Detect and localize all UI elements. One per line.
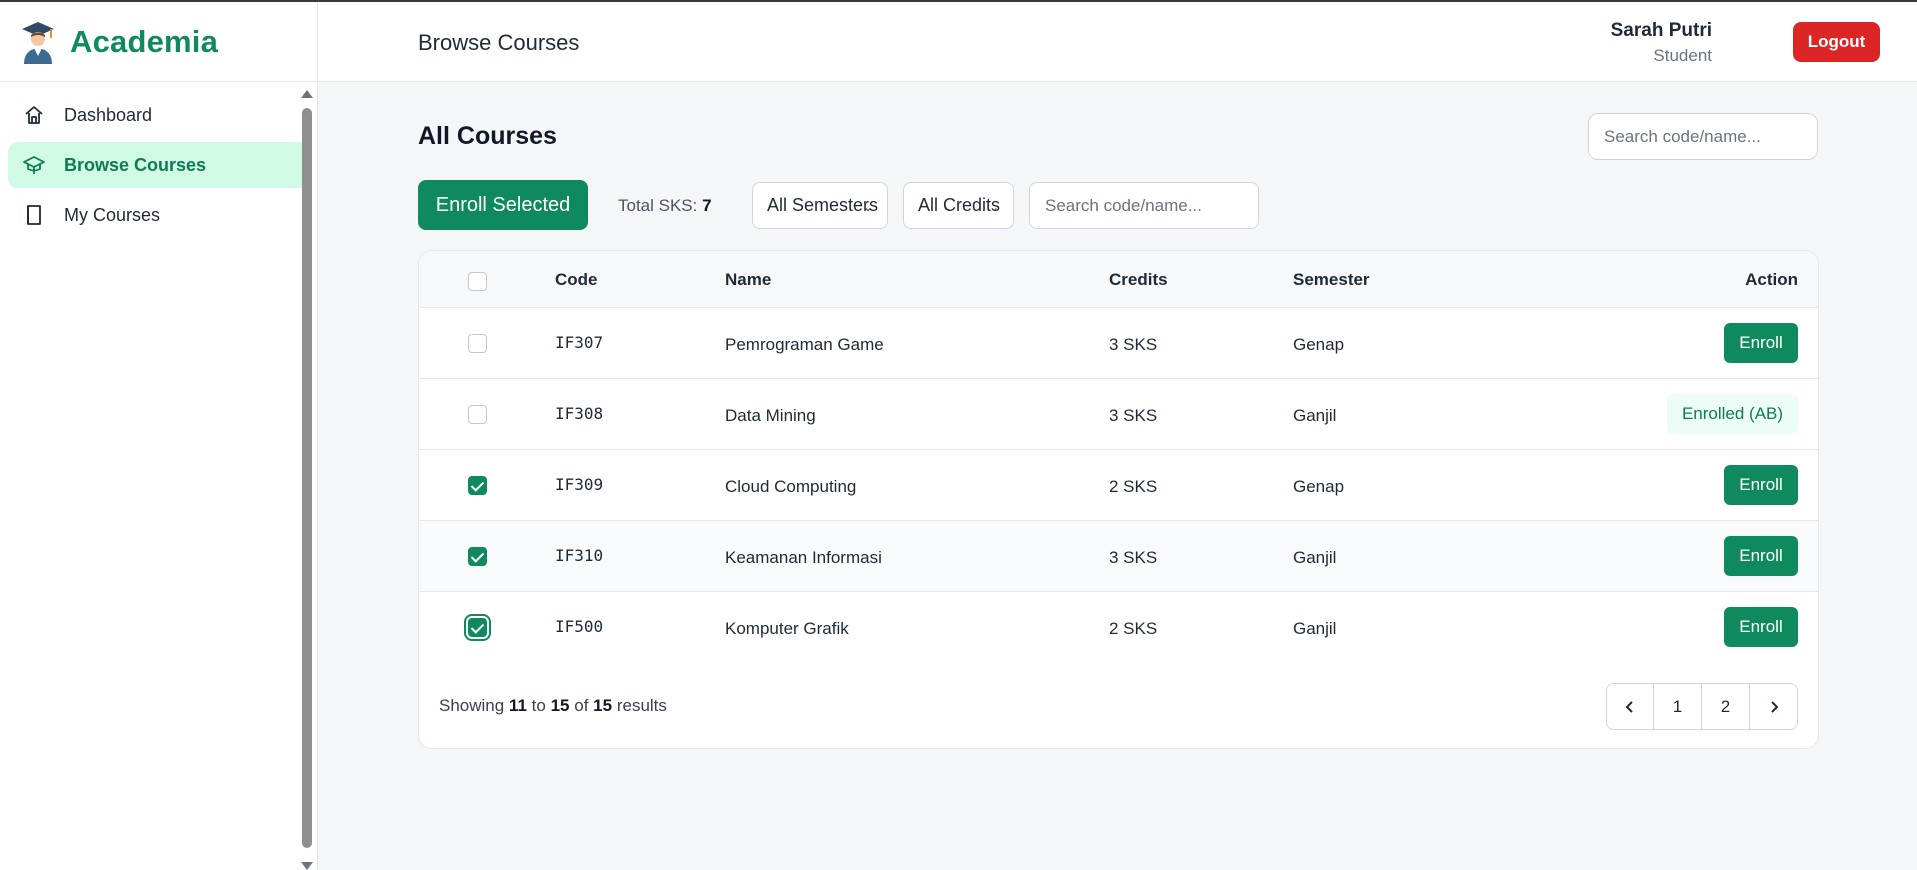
- enroll-button[interactable]: Enroll: [1724, 536, 1798, 576]
- credits-filter-value: All Credits: [918, 195, 1001, 215]
- enroll-selected-button[interactable]: Enroll Selected: [418, 180, 588, 230]
- courses-table-card: Code Name Credits Semester Action IF307 …: [418, 250, 1819, 749]
- total-sks-label: Total SKS:: [618, 196, 698, 215]
- sidebar-scrollbar[interactable]: [300, 88, 314, 870]
- total-sks: Total SKS: 7: [618, 196, 712, 216]
- results-total: 15: [593, 696, 613, 715]
- results-from: 11: [508, 696, 527, 715]
- row-checkbox[interactable]: [468, 334, 487, 353]
- logout-button[interactable]: Logout: [1793, 22, 1880, 62]
- sidebar-item-my-courses[interactable]: My Courses: [8, 192, 309, 238]
- course-code: IF308: [555, 404, 604, 423]
- course-name: Komputer Grafik: [725, 619, 849, 638]
- course-semester: Ganjil: [1293, 619, 1337, 638]
- table-row: IF500 Komputer Grafik 2 SKS Ganjil Enrol…: [419, 591, 1818, 662]
- brand[interactable]: Academia: [0, 2, 317, 82]
- showing-label: Showing: [439, 696, 505, 715]
- course-name: Pemrograman Game: [725, 335, 884, 354]
- scroll-down-arrow-icon[interactable]: [301, 862, 313, 870]
- course-credits: 2 SKS: [1109, 619, 1158, 638]
- home-icon: [25, 106, 43, 124]
- course-code: IF310: [555, 546, 604, 565]
- sidebar-item-label: Dashboard: [64, 104, 153, 125]
- user-role: Student: [1653, 46, 1712, 65]
- course-name: Cloud Computing: [725, 477, 857, 496]
- semester-filter-select[interactable]: All Semesters ⌄: [752, 182, 888, 229]
- chevron-left-icon: [1625, 700, 1633, 713]
- enroll-button[interactable]: Enroll: [1724, 465, 1798, 505]
- total-sks-value: 7: [702, 196, 712, 215]
- app-name: Academia: [70, 23, 219, 59]
- results-to: 15: [550, 696, 570, 715]
- scroll-thumb[interactable]: [302, 108, 312, 848]
- course-credits: 3 SKS: [1109, 335, 1158, 354]
- user-name: Sarah Putri: [1610, 20, 1712, 41]
- course-code: IF307: [555, 333, 604, 352]
- book-icon: [27, 205, 41, 225]
- previous-page-button[interactable]: [1607, 684, 1654, 729]
- table-row: IF309 Cloud Computing 2 SKS Genap Enroll: [419, 449, 1818, 520]
- chevron-down-icon: ⌄: [862, 200, 873, 214]
- semester-filter-value: All Semesters: [767, 195, 879, 215]
- results-summary: Showing 11 to 15 of 15 results: [439, 696, 667, 716]
- row-checkbox[interactable]: [468, 547, 487, 566]
- credits-filter-select[interactable]: All Credits ⌄: [903, 182, 1014, 229]
- row-checkbox[interactable]: [468, 476, 487, 495]
- course-semester: Genap: [1293, 477, 1345, 496]
- graduation-cap-icon: [23, 156, 45, 174]
- to-label: to: [531, 696, 546, 715]
- column-header-code[interactable]: Code: [555, 270, 598, 290]
- row-checkbox[interactable]: [468, 405, 487, 424]
- column-header-action: Action: [1745, 270, 1798, 289]
- scroll-up-arrow-icon[interactable]: [301, 90, 313, 98]
- table-row: IF308 Data Mining 3 SKS Ganjil Enrolled …: [419, 378, 1818, 449]
- top-header: Browse Courses Sarah Putri Student Logou…: [318, 2, 1917, 82]
- table-row: IF310 Keamanan Informasi 3 SKS Ganjil En…: [419, 520, 1818, 591]
- course-semester: Genap: [1293, 335, 1345, 354]
- sidebar-nav: Dashboard Browse Courses My Courses: [0, 82, 317, 252]
- sidebar: Academia Dashboard Browse Courses My Cou…: [0, 2, 318, 870]
- of-label: of: [574, 696, 589, 715]
- course-code: IF500: [555, 617, 604, 636]
- course-semester: Ganjil: [1293, 406, 1337, 425]
- course-credits: 3 SKS: [1109, 406, 1158, 425]
- course-name: Keamanan Informasi: [725, 548, 882, 567]
- course-name: Data Mining: [725, 406, 816, 425]
- enroll-button[interactable]: Enroll: [1724, 607, 1798, 647]
- sidebar-item-label: My Courses: [64, 204, 161, 225]
- select-all-checkbox[interactable]: [468, 272, 487, 291]
- next-page-button[interactable]: [1750, 684, 1797, 729]
- sidebar-item-dashboard[interactable]: Dashboard: [8, 92, 309, 138]
- student-avatar-icon: [22, 21, 54, 64]
- row-checkbox[interactable]: [468, 618, 487, 637]
- enroll-button[interactable]: Enroll: [1724, 323, 1798, 363]
- chevron-right-icon: [1770, 700, 1778, 713]
- table-header: Code Name Credits Semester Action: [419, 251, 1818, 307]
- page-button-2[interactable]: 2: [1702, 684, 1750, 729]
- table-footer: Showing 11 to 15 of 15 results 1 2: [419, 661, 1818, 748]
- filter-search-input[interactable]: [1029, 182, 1259, 229]
- chevron-down-icon: ⌄: [988, 200, 999, 214]
- sidebar-item-browse-courses[interactable]: Browse Courses: [8, 142, 309, 188]
- page-title: Browse Courses: [418, 30, 580, 55]
- column-header-semester[interactable]: Semester: [1293, 270, 1370, 290]
- table-row: IF307 Pemrograman Game 3 SKS Genap Enrol…: [419, 307, 1818, 378]
- page-button-1[interactable]: 1: [1654, 684, 1702, 729]
- course-credits: 3 SKS: [1109, 548, 1158, 567]
- sidebar-item-label: Browse Courses: [64, 154, 207, 175]
- enrolled-badge: Enrolled (AB): [1667, 394, 1798, 434]
- course-credits: 2 SKS: [1109, 477, 1158, 496]
- course-code: IF309: [555, 475, 604, 494]
- search-input[interactable]: [1588, 113, 1818, 160]
- pagination: 1 2: [1606, 683, 1798, 730]
- column-header-name[interactable]: Name: [725, 270, 771, 290]
- results-label: results: [616, 696, 667, 715]
- course-semester: Ganjil: [1293, 548, 1337, 567]
- column-header-credits[interactable]: Credits: [1109, 270, 1168, 290]
- section-title: All Courses: [418, 122, 557, 150]
